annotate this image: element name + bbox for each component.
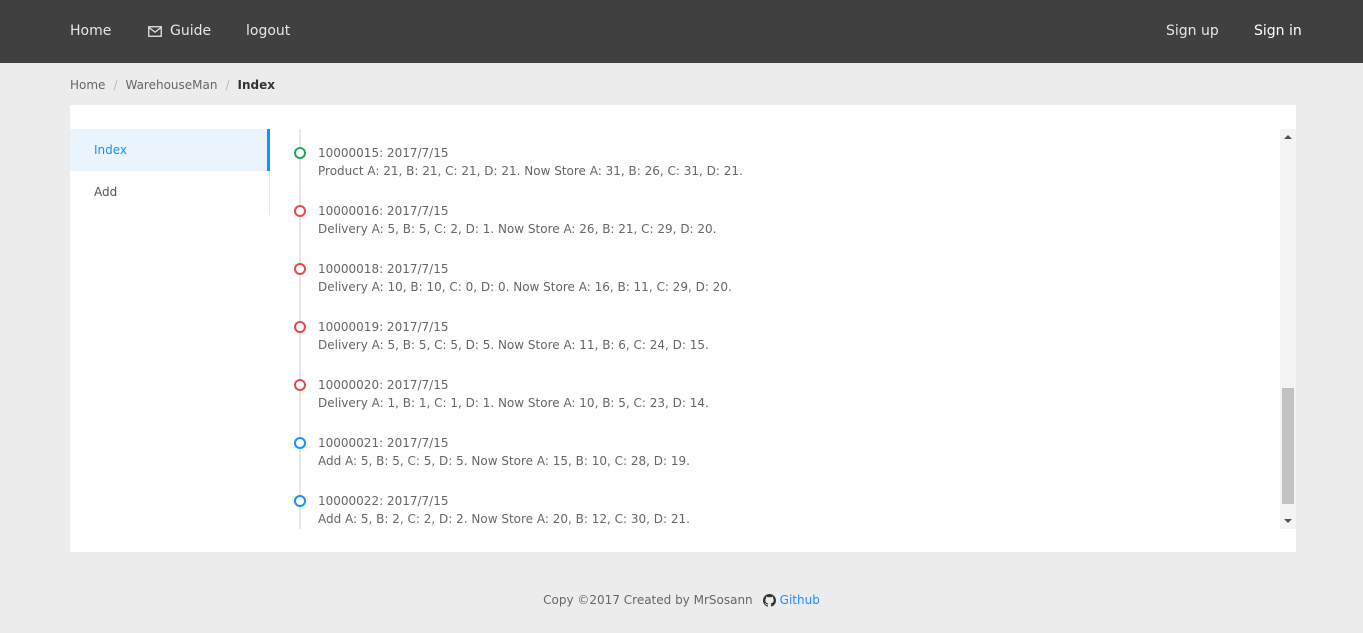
breadcrumb-warehouseman[interactable]: WarehouseMan <box>125 78 217 92</box>
timeline-item: 10000021: 2017/7/15 Add A: 5, B: 5, C: 5,… <box>270 436 1250 495</box>
timeline-item: 10000022: 2017/7/15 Add A: 5, B: 2, C: 2,… <box>270 494 1250 529</box>
timeline-item-desc: Add A: 5, B: 5, C: 5, D: 5. Now Store A:… <box>318 454 690 468</box>
timeline-dot <box>294 437 306 449</box>
vertical-scrollbar[interactable] <box>1280 129 1296 529</box>
timeline-item: 10000018: 2017/7/15 Delivery A: 10, B: 10… <box>270 262 1250 321</box>
timeline-item-desc: Delivery A: 5, B: 5, C: 2, D: 1. Now Sto… <box>318 222 717 236</box>
nav-guide-label: Guide <box>170 23 212 39</box>
scroll-thumb[interactable] <box>1282 388 1294 504</box>
nav-logout-link[interactable]: logout <box>246 0 290 63</box>
timeline-item-desc: Delivery A: 1, B: 1, C: 1, D: 1. Now Sto… <box>318 396 709 410</box>
scroll-up-arrow-icon[interactable] <box>1280 129 1296 145</box>
side-menu-item-index[interactable]: Index <box>70 129 270 171</box>
content-card: Index Add 10000015: 2017/7/15 Product A: … <box>70 105 1296 552</box>
nav-guide-link[interactable]: Guide <box>148 0 211 63</box>
timeline-item-title: 10000016: 2017/7/15 <box>318 204 449 218</box>
timeline-item-title: 10000022: 2017/7/15 <box>318 494 449 508</box>
timeline-dot <box>294 205 306 217</box>
timeline-dot <box>294 147 306 159</box>
timeline-item-desc: Delivery A: 5, B: 5, C: 5, D: 5. Now Sto… <box>318 338 709 352</box>
timeline-item: 10000016: 2017/7/15 Delivery A: 5, B: 5, … <box>270 204 1250 263</box>
timeline-item-desc: Add A: 5, B: 2, C: 2, D: 2. Now Store A:… <box>318 512 690 526</box>
timeline[interactable]: 10000015: 2017/7/15 Product A: 21, B: 21,… <box>270 129 1296 529</box>
nav-signin-link[interactable]: Sign in <box>1254 0 1302 63</box>
top-nav-bar: Home Guide logout Sign up Sign in <box>0 0 1363 63</box>
github-icon <box>762 593 776 607</box>
nav-home-link[interactable]: Home <box>70 0 111 63</box>
timeline-item: 10000015: 2017/7/15 Product A: 21, B: 21,… <box>270 146 1250 205</box>
timeline-dot <box>294 495 306 507</box>
timeline-item-title: 10000020: 2017/7/15 <box>318 378 449 392</box>
breadcrumb: Home / WarehouseMan / Index <box>70 76 275 94</box>
breadcrumb-separator: / <box>113 78 118 92</box>
timeline-dot <box>294 321 306 333</box>
side-menu-item-add[interactable]: Add <box>70 171 269 213</box>
timeline-item: 10000020: 2017/7/15 Delivery A: 1, B: 1, … <box>270 378 1250 437</box>
timeline-item-desc: Delivery A: 10, B: 10, C: 0, D: 0. Now S… <box>318 280 732 294</box>
breadcrumb-current: Index <box>237 78 276 92</box>
breadcrumb-home[interactable]: Home <box>70 78 105 92</box>
timeline-item-title: 10000015: 2017/7/15 <box>318 146 449 160</box>
footer-copyright: Copy ©2017 Created by MrSosann <box>543 593 753 607</box>
timeline-item-desc: Product A: 21, B: 21, C: 21, D: 21. Now … <box>318 164 743 178</box>
timeline-item-title: 10000018: 2017/7/15 <box>318 262 449 276</box>
github-link-label: Github <box>779 593 820 607</box>
scroll-down-arrow-icon[interactable] <box>1280 513 1296 529</box>
timeline-dot <box>294 263 306 275</box>
github-link[interactable]: Github <box>762 593 820 607</box>
footer: Copy ©2017 Created by MrSosann Github <box>0 567 1363 633</box>
nav-signup-link[interactable]: Sign up <box>1166 0 1219 63</box>
timeline-item-title: 10000019: 2017/7/15 <box>318 320 449 334</box>
timeline-item-title: 10000021: 2017/7/15 <box>318 436 449 450</box>
breadcrumb-separator: / <box>225 78 230 92</box>
timeline-item: 10000019: 2017/7/15 Delivery A: 5, B: 5, … <box>270 320 1250 379</box>
mail-icon <box>148 26 162 37</box>
timeline-dot <box>294 379 306 391</box>
side-menu: Index Add <box>70 129 270 215</box>
